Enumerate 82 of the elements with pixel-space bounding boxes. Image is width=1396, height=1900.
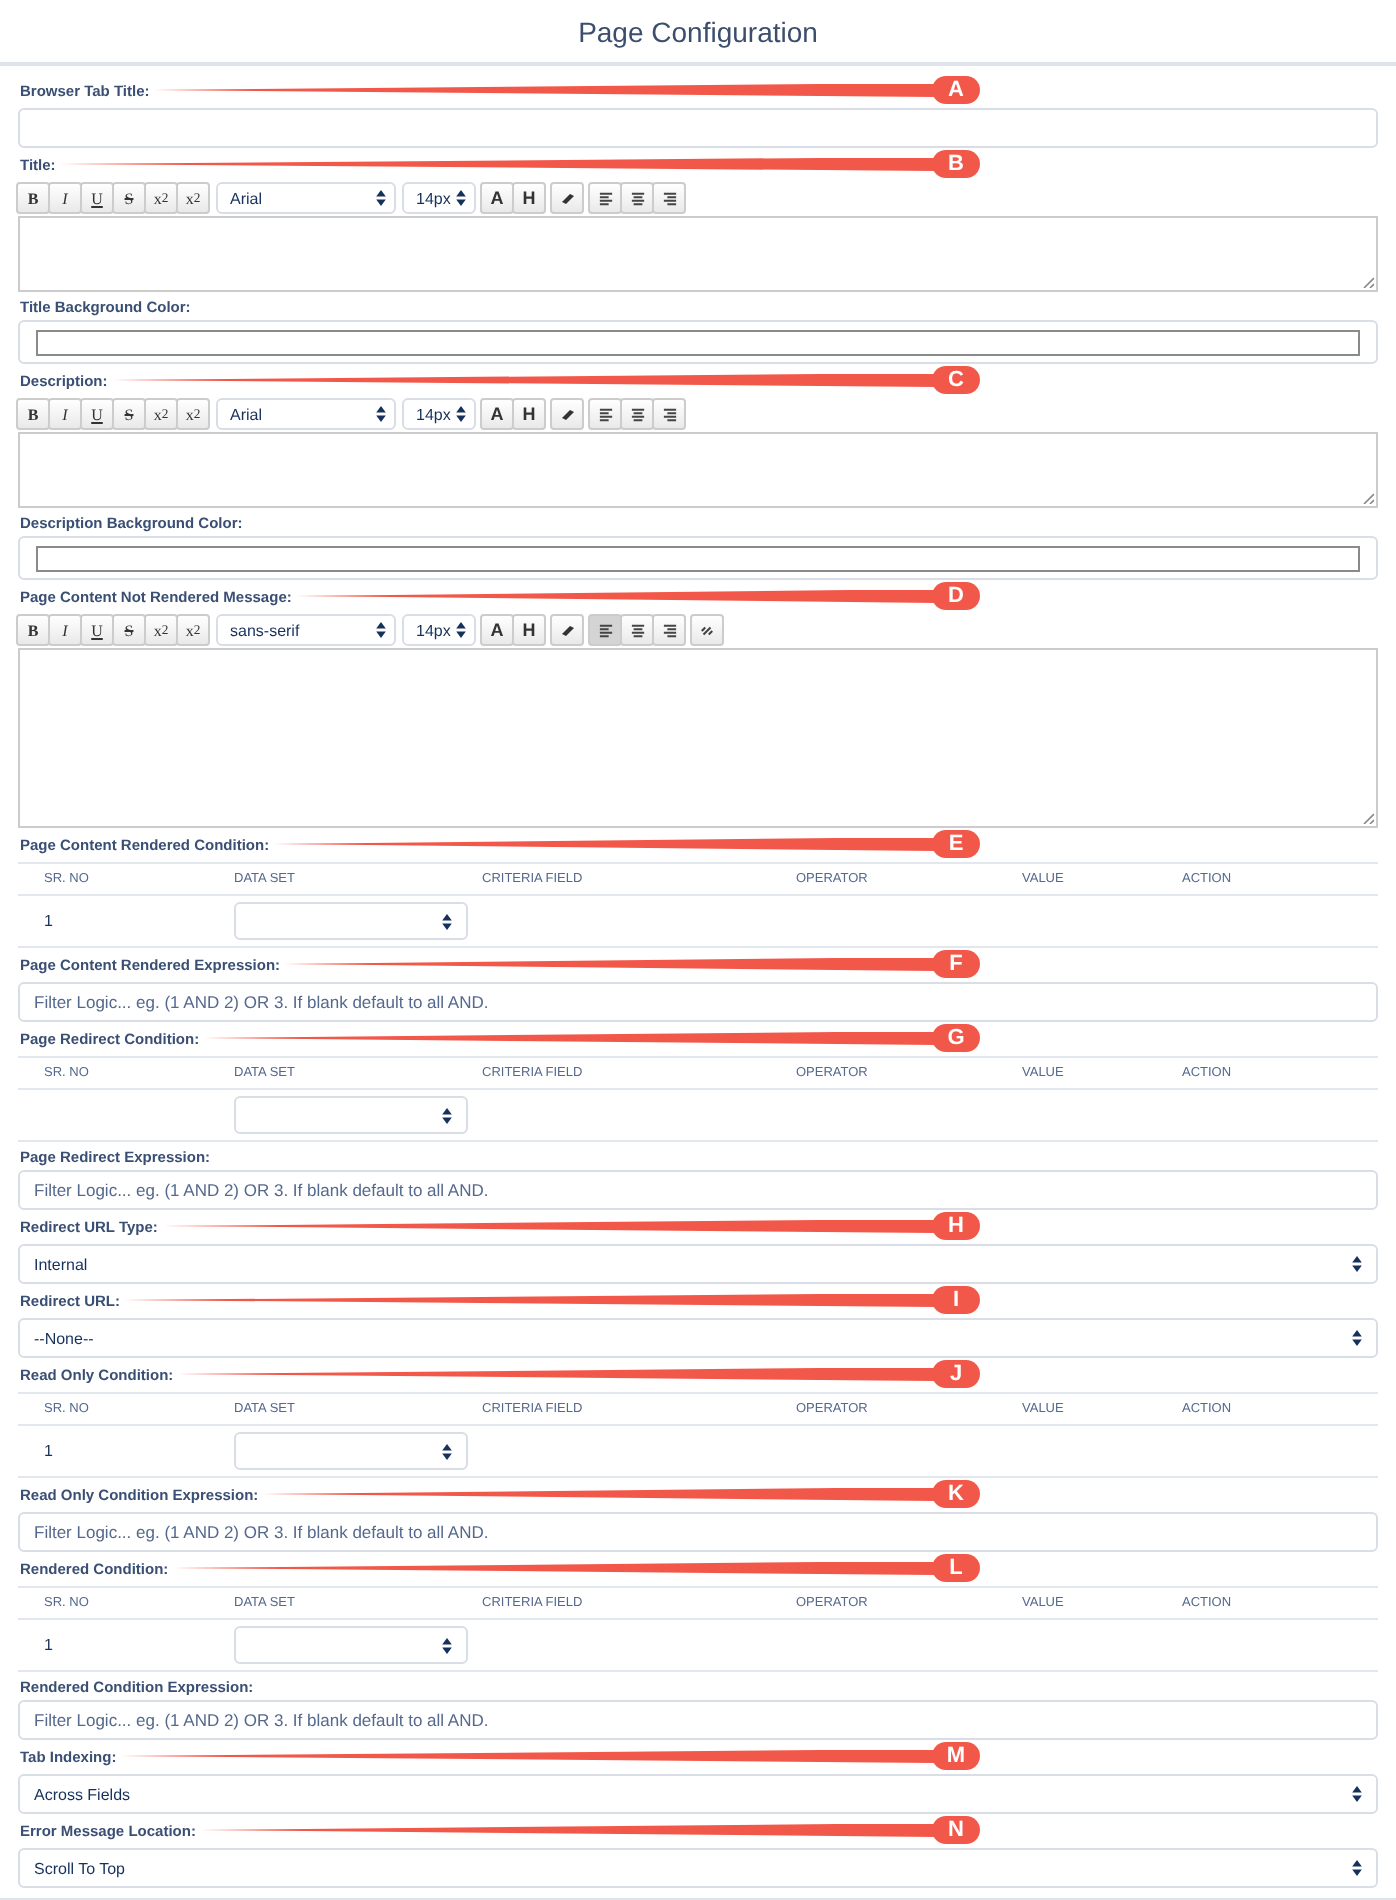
link-icon	[700, 623, 714, 637]
select-arrows-icon	[442, 913, 452, 929]
text-field[interactable]: Filter Logic... eg. (1 AND 2) OR 3. If blank default to all AND.	[18, 982, 1378, 1022]
style-button[interactable]: H	[512, 398, 546, 430]
align-button[interactable]	[588, 182, 622, 214]
format-button[interactable]: I	[48, 182, 82, 214]
align-button[interactable]	[588, 614, 622, 646]
select-arrows-icon	[376, 190, 386, 206]
font-size-select[interactable]: 14px	[402, 398, 476, 430]
font-select[interactable]: sans-serif	[216, 614, 396, 646]
align-button[interactable]	[620, 398, 654, 430]
align-button[interactable]	[620, 182, 654, 214]
color-field[interactable]	[18, 320, 1378, 364]
align-button[interactable]	[652, 614, 686, 646]
align-center-icon	[629, 623, 645, 637]
align-button[interactable]	[652, 182, 686, 214]
select-arrows-icon	[442, 1443, 452, 1459]
eraser-icon	[559, 192, 575, 204]
format-button[interactable]: I	[48, 398, 82, 430]
row-number: 1	[44, 1636, 55, 1654]
format-button[interactable]: B	[16, 614, 50, 646]
select-arrows-icon	[376, 622, 386, 638]
select-arrows-icon	[456, 406, 466, 422]
align-left-icon	[597, 191, 613, 205]
select-field[interactable]: Scroll To Top	[18, 1848, 1378, 1888]
font-size-select[interactable]: 14px	[402, 614, 476, 646]
clear-format-button[interactable]	[550, 398, 584, 430]
style-button[interactable]: A	[480, 614, 514, 646]
select-field[interactable]: --None--	[18, 1318, 1378, 1358]
align-button[interactable]	[652, 398, 686, 430]
select-field[interactable]: Internal	[18, 1244, 1378, 1284]
text-field[interactable]	[18, 108, 1378, 148]
resize-grip-icon	[1362, 492, 1374, 504]
align-right-icon	[661, 407, 677, 421]
format-button[interactable]: U	[80, 398, 114, 430]
select-arrows-icon	[376, 406, 386, 422]
text-field[interactable]: Filter Logic... eg. (1 AND 2) OR 3. If blank default to all AND.	[18, 1170, 1378, 1210]
align-left-icon	[597, 407, 613, 421]
select-field[interactable]: Across Fields	[18, 1774, 1378, 1814]
format-button[interactable]: S	[112, 614, 146, 646]
format-button[interactable]: U	[80, 614, 114, 646]
align-center-icon	[629, 407, 645, 421]
style-button[interactable]: A	[480, 182, 514, 214]
eraser-icon	[559, 624, 575, 636]
text-field[interactable]: Filter Logic... eg. (1 AND 2) OR 3. If blank default to all AND.	[18, 1512, 1378, 1552]
format-button[interactable]: I	[48, 614, 82, 646]
select-arrows-icon	[456, 622, 466, 638]
align-button[interactable]	[588, 398, 622, 430]
select-arrows-icon	[1352, 1330, 1362, 1346]
page-title: Page Configuration	[578, 15, 818, 47]
resize-grip-icon	[1362, 812, 1374, 824]
select-arrows-icon	[1352, 1256, 1362, 1272]
resize-grip-icon	[1362, 276, 1374, 288]
format-button[interactable]: B	[16, 398, 50, 430]
align-right-icon	[661, 191, 677, 205]
style-button[interactable]: H	[512, 182, 546, 214]
select-arrows-icon	[1352, 1786, 1362, 1802]
font-size-select[interactable]: 14px	[402, 182, 476, 214]
font-select[interactable]: Arial	[216, 398, 396, 430]
select-arrows-icon	[442, 1637, 452, 1653]
row-number: 1	[44, 1442, 55, 1460]
eraser-icon	[559, 408, 575, 420]
clear-format-button[interactable]	[550, 614, 584, 646]
style-button[interactable]: A	[480, 398, 514, 430]
align-center-icon	[629, 191, 645, 205]
select-arrows-icon	[456, 190, 466, 206]
align-left-icon	[597, 623, 613, 637]
text-field[interactable]: Filter Logic... eg. (1 AND 2) OR 3. If blank default to all AND.	[18, 1700, 1378, 1740]
clear-format-button[interactable]	[550, 182, 584, 214]
style-button[interactable]: H	[512, 614, 546, 646]
align-right-icon	[661, 623, 677, 637]
select-arrows-icon	[442, 1107, 452, 1123]
select-arrows-icon	[1352, 1860, 1362, 1876]
font-select[interactable]: Arial	[216, 182, 396, 214]
format-button[interactable]: B	[16, 182, 50, 214]
format-button[interactable]: S	[112, 398, 146, 430]
format-button[interactable]: S	[112, 182, 146, 214]
link-button[interactable]	[690, 614, 724, 646]
format-button[interactable]: U	[80, 182, 114, 214]
align-button[interactable]	[620, 614, 654, 646]
row-number: 1	[44, 912, 55, 930]
color-field[interactable]	[18, 536, 1378, 580]
